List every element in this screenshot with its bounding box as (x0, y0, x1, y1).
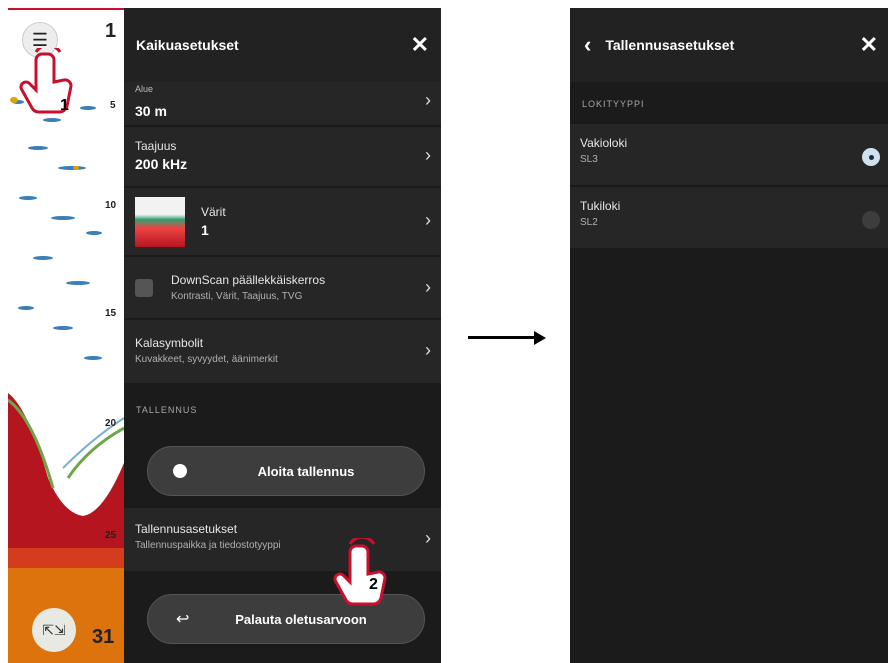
expand-icon: ⇱⇲ (42, 621, 66, 638)
depth-label: 25 (105, 530, 117, 541)
setting-value: 200 kHz (135, 156, 188, 172)
setting-sub: Kontrasti, Värit, Taajuus, TVG (171, 291, 303, 302)
panel-title: Tallennusasetukset (605, 37, 735, 53)
sonar-settings-panel: Kaikuasetukset ✕ Alue 30 m › Taajuus 200… (124, 8, 441, 663)
setting-value: 1 (201, 222, 209, 238)
chevron-right-icon: › (425, 277, 431, 297)
panel-header: Kaikuasetukset ✕ (124, 8, 441, 82)
arrow-line (468, 336, 536, 339)
setting-row-recording-settings[interactable]: Tallennusasetukset Tallennuspaikka ja ti… (124, 508, 441, 572)
option-label: Tukiloki (580, 199, 621, 213)
setting-label: Taajuus (135, 139, 177, 153)
expand-button[interactable]: ⇱⇲ (32, 608, 76, 652)
log-type-option-support[interactable]: Tukiloki SL2 (570, 187, 888, 249)
setting-label: Tallennusasetukset (135, 522, 238, 536)
tap-hand-icon (19, 48, 73, 114)
recording-settings-panel: ‹ Tallennusasetukset ✕ LOKITYYPPI Vakiol… (570, 8, 888, 663)
panel-title: Kaikuasetukset (136, 37, 239, 53)
option-label: Vakioloki (580, 136, 628, 150)
button-label: Palauta oletusarvoon (235, 611, 367, 627)
downscan-checkbox[interactable] (135, 278, 153, 297)
chevron-right-icon: › (425, 528, 431, 548)
start-recording-button[interactable]: Aloita tallennus (147, 446, 425, 496)
depth-label: 31 (92, 626, 115, 648)
depth-label: 20 (105, 418, 117, 429)
tap-hand-icon (333, 538, 387, 606)
palette-thumbnail (135, 196, 185, 247)
arrow-right-icon (534, 331, 546, 345)
radio-selected-icon[interactable] (862, 148, 880, 166)
option-sub: SL2 (580, 217, 598, 228)
setting-value: 30 m (135, 103, 167, 119)
setting-label: Kalasymbolit (135, 336, 204, 350)
chevron-right-icon: › (425, 210, 431, 230)
setting-label: Värit (201, 205, 226, 219)
log-type-option-standard[interactable]: Vakioloki SL3 (570, 124, 888, 186)
close-icon[interactable]: ✕ (411, 32, 429, 58)
depth-label: 10 (105, 200, 117, 211)
section-header: TALLENNUS (124, 388, 441, 432)
chevron-right-icon: › (425, 340, 431, 360)
close-icon[interactable]: ✕ (860, 32, 878, 58)
setting-row-colors[interactable]: Värit 1 › (124, 188, 441, 256)
setting-label: DownScan päällekkäiskerros (171, 273, 326, 287)
back-chevron-icon[interactable]: ‹ (584, 32, 591, 58)
panel-header: ‹ Tallennusasetukset ✕ (570, 8, 888, 82)
section-header: LOKITYYPPI (570, 82, 888, 126)
depth-label: 1 (105, 20, 117, 42)
setting-row-frequency[interactable]: Taajuus 200 kHz › (124, 127, 441, 187)
step-number: 2 (369, 576, 378, 593)
setting-label: Alue (135, 84, 154, 92)
setting-row-downscan[interactable]: DownScan päällekkäiskerros Kontrasti, Vä… (124, 257, 441, 319)
chevron-right-icon: › (425, 90, 431, 110)
radio-unselected-icon[interactable] (862, 211, 880, 229)
setting-row-range[interactable]: Alue 30 m › (124, 82, 441, 126)
setting-row-fish-symbols[interactable]: Kalasymbolit Kuvakkeet, syvyydet, äänime… (124, 320, 441, 384)
option-sub: SL3 (580, 154, 598, 165)
setting-sub: Kuvakkeet, syvyydet, äänimerkit (135, 354, 278, 365)
step-number: 1 (60, 97, 69, 114)
chevron-right-icon: › (425, 145, 431, 165)
depth-label: 15 (105, 308, 117, 319)
depth-label: 5 (110, 100, 116, 111)
button-label: Aloita tallennus (257, 463, 355, 479)
